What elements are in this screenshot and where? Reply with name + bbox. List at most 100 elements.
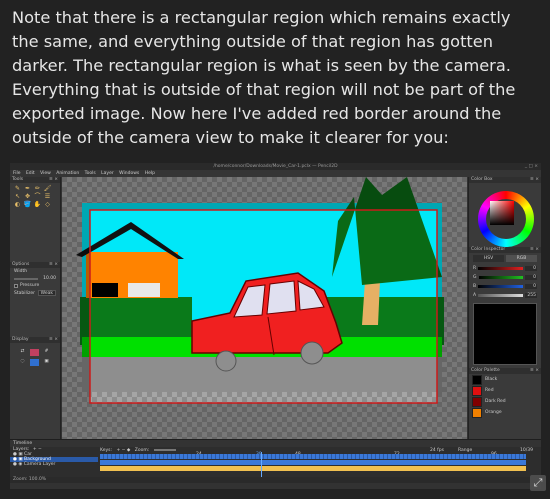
- window-title: /home/connor/Downloads/Movie_Car-1.pclx …: [213, 164, 338, 169]
- car-rear-wheel: [300, 341, 324, 365]
- left-dock: Tools ≡ × ✎ ✒ ✏ 🖌 ↖ ✥ ⌒ ☰ ◐ 🪣 ✋ ◇ Option…: [10, 177, 61, 439]
- window-controls[interactable]: _ □ ×: [525, 163, 538, 170]
- r-value[interactable]: 0: [525, 266, 537, 271]
- tab-hsv[interactable]: HSV: [473, 255, 504, 262]
- palette-item-orange[interactable]: Orange: [469, 407, 541, 418]
- palette-item-black[interactable]: Black: [469, 374, 541, 385]
- inspector-row-a: A 255: [469, 291, 541, 300]
- a-slider[interactable]: [478, 294, 523, 297]
- timeline-title: Timeline: [13, 441, 33, 446]
- grid-icon[interactable]: #: [42, 349, 51, 356]
- eraser-tool-icon[interactable]: ◇: [43, 201, 52, 208]
- menu-layer[interactable]: Layer: [101, 171, 114, 176]
- canvas-artwork: [62, 177, 467, 439]
- b-value[interactable]: 0: [525, 284, 537, 289]
- menu-file[interactable]: File: [13, 171, 21, 176]
- hand-tool-icon[interactable]: ✋: [33, 201, 42, 208]
- palette-item-red[interactable]: Red: [469, 385, 541, 396]
- panel-controls[interactable]: ≡ ×: [49, 177, 58, 183]
- menu-tools[interactable]: Tools: [85, 171, 96, 176]
- palette-label: Black: [485, 377, 498, 382]
- select-tool-icon[interactable]: ↖: [13, 193, 22, 200]
- eyedropper-tool-icon[interactable]: ◐: [13, 201, 22, 208]
- width-slider[interactable]: [14, 277, 38, 280]
- panel-controls[interactable]: ≡ ×: [49, 337, 58, 343]
- menu-animation[interactable]: Animation: [56, 171, 79, 176]
- overlay-icon[interactable]: ▣: [42, 359, 51, 366]
- timeline-tracks[interactable]: [100, 454, 526, 474]
- display-grid: ⇄ # ◌ ▣: [10, 343, 60, 372]
- track-background[interactable]: [100, 460, 526, 465]
- outline-icon[interactable]: ◌: [18, 359, 27, 366]
- paint-tool-icon[interactable]: 🖌: [43, 185, 52, 192]
- panel-controls[interactable]: ≡ ×: [530, 368, 539, 374]
- menu-edit[interactable]: Edit: [26, 171, 35, 176]
- pressure-label: Pressure: [20, 283, 40, 288]
- color-palette-title: Color Palette: [471, 368, 500, 373]
- palette-label: Orange: [485, 410, 502, 415]
- palette-item-dark-red[interactable]: Dark Red: [469, 396, 541, 407]
- g-slider[interactable]: [478, 276, 523, 279]
- tools-panel-title: Tools: [12, 177, 24, 182]
- menu-help[interactable]: Help: [145, 171, 155, 176]
- visibility-icon[interactable]: ● ◉: [13, 462, 24, 467]
- color-inspector-title: Color Inspector: [471, 247, 506, 252]
- g-value[interactable]: 0: [525, 275, 537, 280]
- zoom-slider[interactable]: [153, 448, 176, 451]
- panel-controls[interactable]: ≡ ×: [530, 247, 539, 253]
- add-layer-icon[interactable]: + −: [33, 447, 42, 452]
- brush-tool-icon[interactable]: ✏: [33, 185, 42, 192]
- timeline-panel: Timeline Layers: + − ● ▣ Car ● ▣ Backgro…: [10, 439, 541, 483]
- b-slider[interactable]: [478, 285, 523, 288]
- options-panel-header: Options ≡ ×: [10, 262, 60, 268]
- palette-label: Dark Red: [485, 399, 506, 404]
- menu-windows[interactable]: Windows: [119, 171, 139, 176]
- stabilizer-row: Stabilizer Weak: [10, 289, 60, 297]
- r-slider[interactable]: [478, 267, 523, 270]
- camera-icon[interactable]: [30, 359, 39, 366]
- width-value[interactable]: 10.00: [43, 276, 56, 281]
- move-tool-icon[interactable]: ✥: [23, 193, 32, 200]
- color-wheel-area: [469, 183, 541, 247]
- tab-rgb[interactable]: RGB: [506, 255, 537, 262]
- saturation-value-square[interactable]: [490, 201, 514, 225]
- inspector-row-b: B 0: [469, 282, 541, 291]
- pencil2d-window: /home/connor/Downloads/Movie_Car-1.pclx …: [10, 163, 541, 489]
- onion-skin-icon[interactable]: [30, 349, 39, 356]
- menu-view[interactable]: View: [40, 171, 51, 176]
- g-label: G: [473, 275, 477, 280]
- stabilizer-select[interactable]: Weak: [37, 290, 56, 296]
- swatch-orange: [472, 407, 482, 418]
- bucket-tool-icon[interactable]: 🪣: [23, 201, 32, 208]
- pencil-tool-icon[interactable]: ✒: [23, 185, 32, 192]
- drawing-canvas[interactable]: [62, 177, 467, 439]
- playhead[interactable]: [261, 452, 262, 478]
- color-inspector-header: Color Inspector ≡ ×: [469, 247, 541, 253]
- pressure-checkbox[interactable]: [14, 283, 18, 288]
- swatch-red: [472, 385, 482, 396]
- a-label: A: [473, 293, 477, 298]
- layer-row-camera[interactable]: ● ◉ Camera Layer: [10, 462, 98, 467]
- width-slider-row: 10.00: [10, 275, 60, 282]
- smudge-tool-icon[interactable]: ⌒: [33, 193, 42, 200]
- mirror-icon[interactable]: ⇄: [18, 349, 27, 356]
- color-wheel[interactable]: [478, 191, 534, 247]
- track-camera[interactable]: [100, 466, 526, 471]
- track-car[interactable]: [100, 454, 526, 459]
- a-value[interactable]: 255: [525, 293, 537, 298]
- status-bar: Zoom: 100.0%: [10, 477, 541, 483]
- road-shape: [82, 357, 442, 392]
- color-preview: [473, 303, 537, 365]
- tools-panel-header: Tools ≡ ×: [10, 177, 60, 183]
- car-front-wheel: [215, 350, 237, 372]
- options-panel-title: Options: [12, 262, 30, 267]
- article-paragraph: Note that there is a rectangular region …: [12, 8, 516, 147]
- panel-controls[interactable]: ≡ ×: [49, 262, 58, 268]
- expand-icon[interactable]: ⤢: [530, 475, 546, 491]
- palette-label: Red: [485, 388, 494, 393]
- polyline-tool-icon[interactable]: ☰: [43, 193, 52, 200]
- width-label: Width: [14, 269, 28, 274]
- menu-bar: File Edit View Animation Tools Layer Win…: [10, 170, 541, 177]
- title-bar: /home/connor/Downloads/Movie_Car-1.pclx …: [10, 163, 541, 170]
- pen-tool-icon[interactable]: ✎: [13, 185, 22, 192]
